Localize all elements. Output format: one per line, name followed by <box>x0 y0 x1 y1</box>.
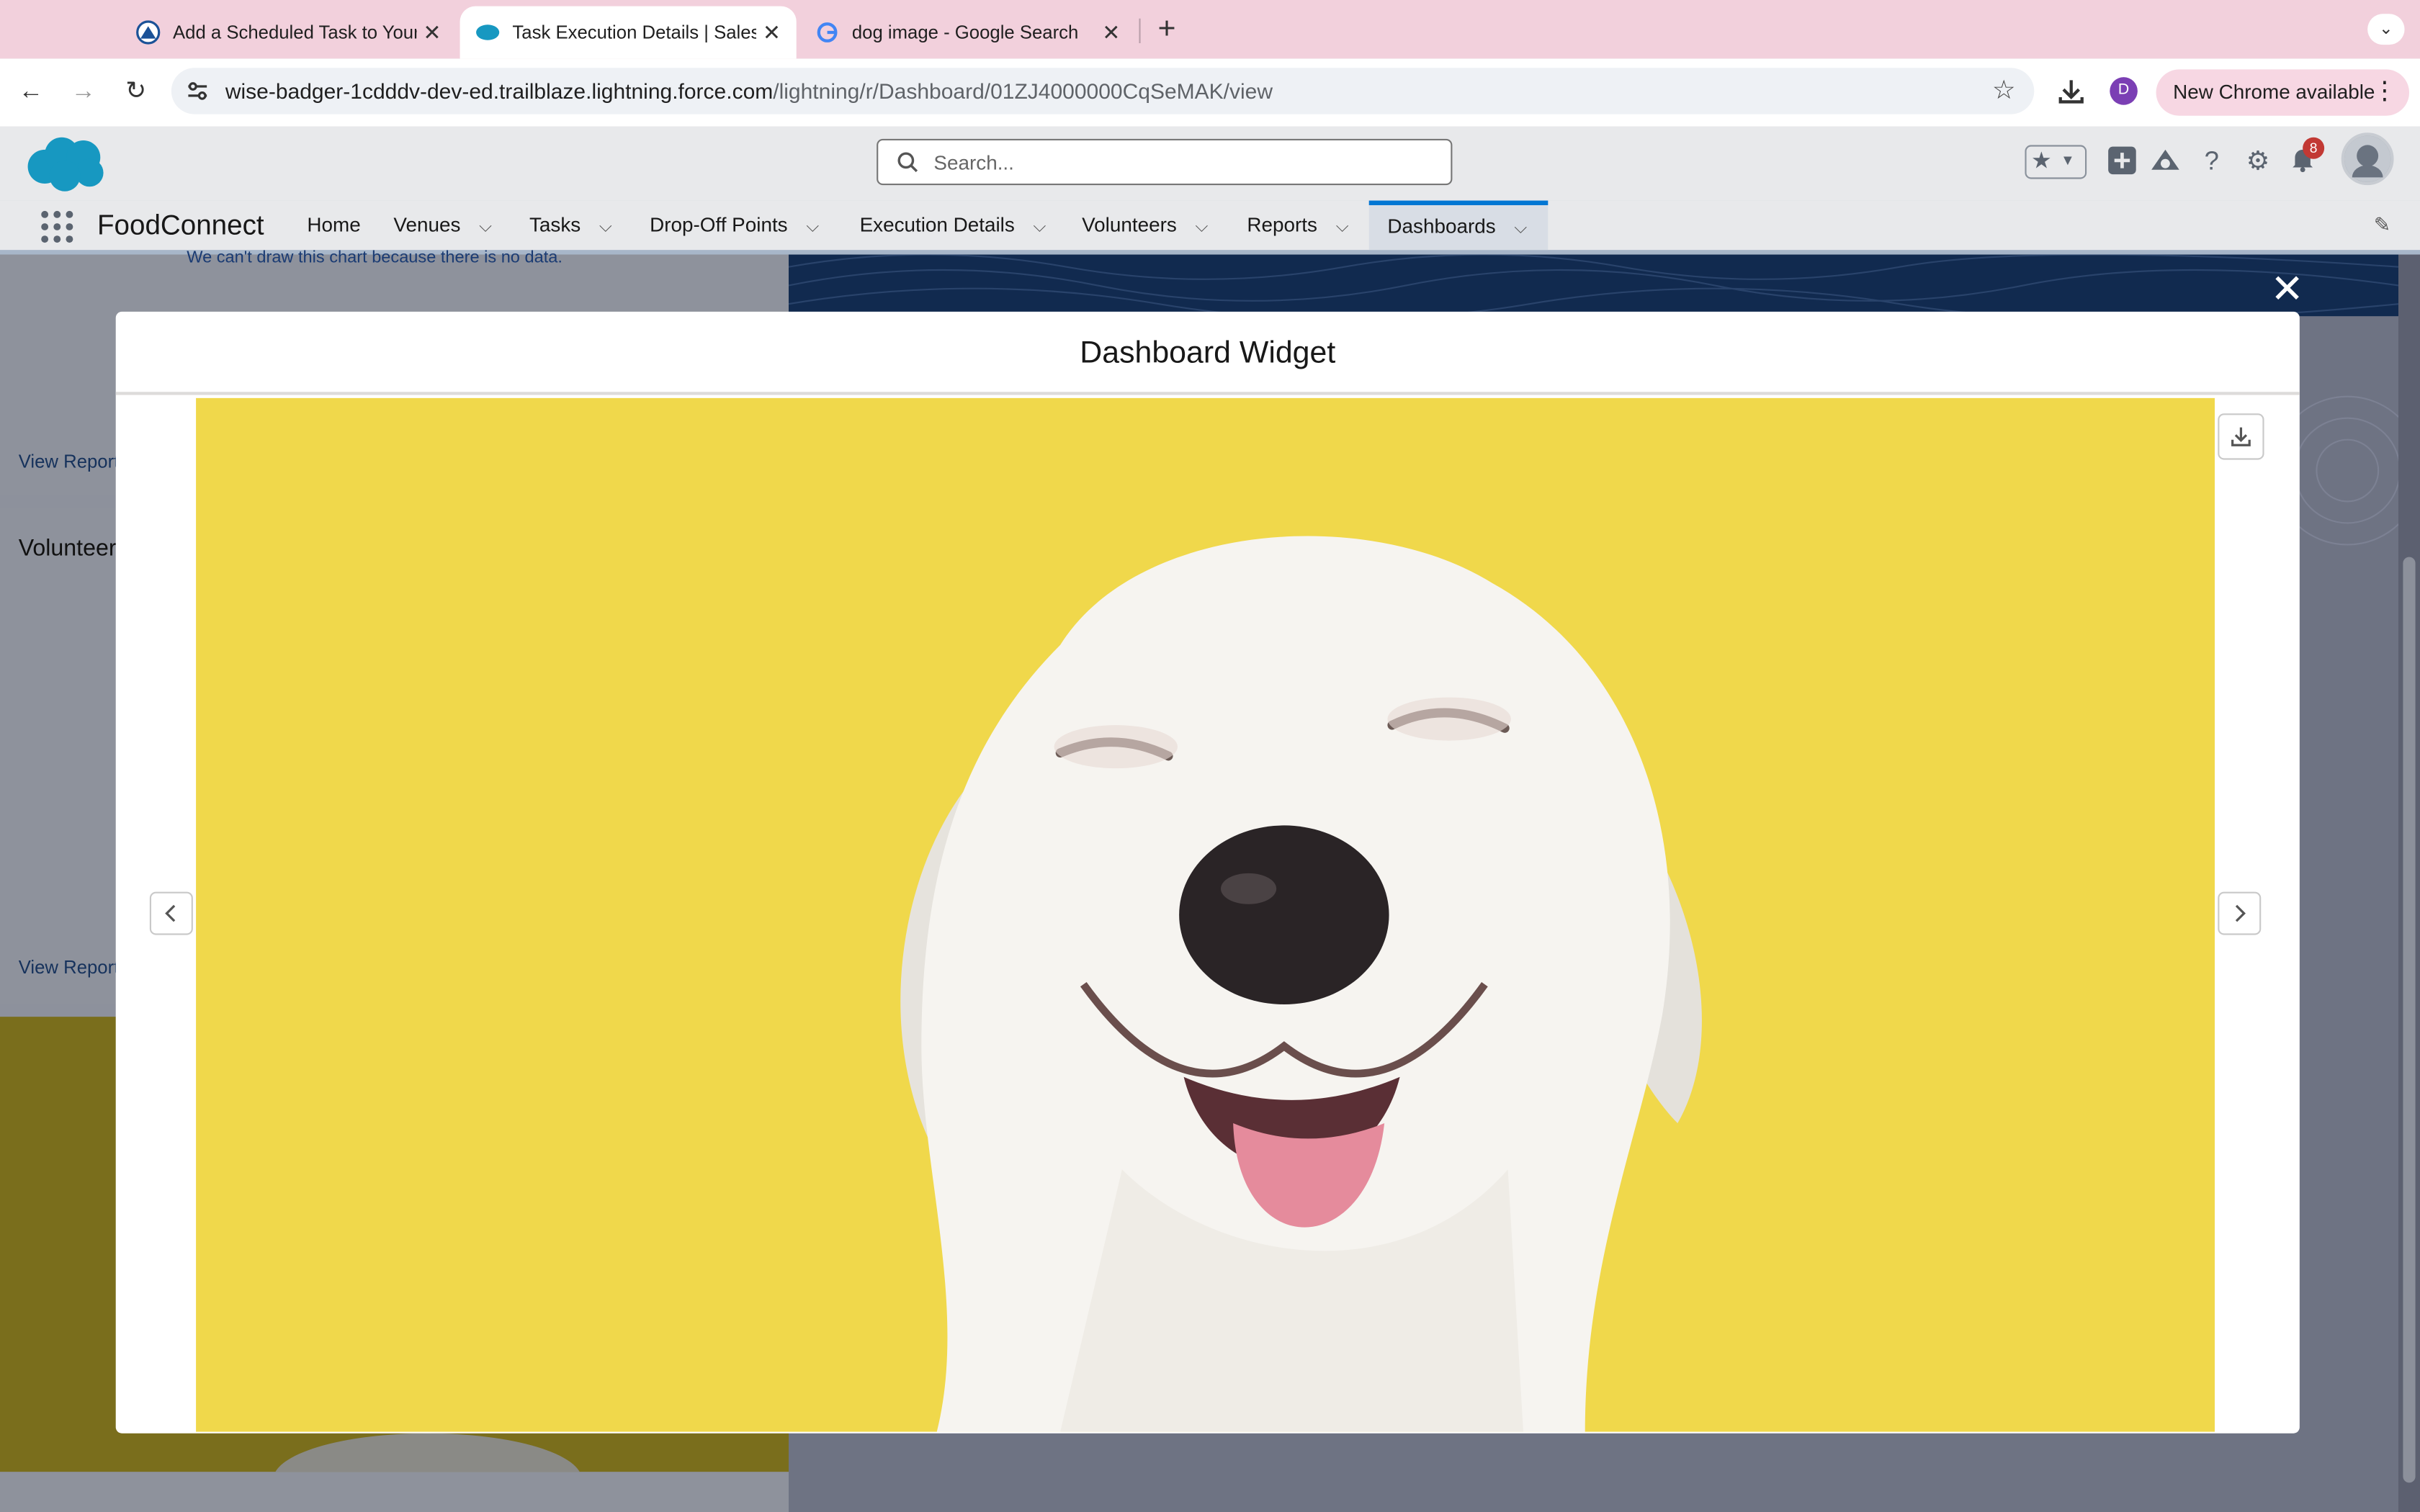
favorites-button[interactable]: ★ ▾ <box>2025 145 2087 179</box>
site-settings-icon[interactable] <box>185 78 210 103</box>
forward-icon[interactable]: → <box>65 74 102 111</box>
dashboard-card <box>0 1472 789 1512</box>
nav-item-drop-off-points[interactable]: Drop-Off Points ⌵ <box>650 201 819 251</box>
tab-search-icon[interactable]: ⌄ <box>2367 14 2405 45</box>
star-icon: ★ <box>2031 148 2052 175</box>
dashboard-widget-modal: Dashboard Widget <box>115 311 2300 1434</box>
tab-title: Add a Scheduled Task to Your <box>173 22 417 43</box>
bookmark-star-icon[interactable]: ☆ <box>1992 76 2016 107</box>
url-text: wise-badger-1cdddv-dev-ed.trailblaze.lig… <box>225 78 1273 103</box>
tab-close-icon[interactable]: ✕ <box>756 19 787 45</box>
tab-title: dog image - Google Search <box>851 22 1079 43</box>
user-avatar[interactable] <box>2341 132 2394 186</box>
reload-icon[interactable]: ↻ <box>117 74 154 111</box>
chevron-down-icon: ▾ <box>2063 151 2072 170</box>
new-tab-icon[interactable]: + <box>1150 12 1183 48</box>
tab-separator <box>1139 18 1141 43</box>
setup-gear-icon[interactable]: ⚙ <box>2241 145 2275 179</box>
view-report-link[interactable]: View Report <box>19 957 120 978</box>
update-label: New Chrome available <box>2173 80 2375 104</box>
help-icon[interactable]: ? <box>2195 145 2228 179</box>
salesforce-global-header: Search... ★ ▾ ? ⚙ 8 <box>0 126 2420 201</box>
chevron-left-icon <box>165 904 176 922</box>
nav-label: Dashboards <box>1387 214 1496 238</box>
modal-header: Dashboard Widget <box>115 312 2300 395</box>
chevron-down-icon[interactable]: ⌵ <box>1336 202 1349 252</box>
dashboard-banner <box>788 253 2399 320</box>
url-path: /lightning/r/Dashboard/01ZJ4000000CqSeMA… <box>773 78 1273 104</box>
downloads-icon[interactable] <box>2056 76 2087 107</box>
profile-avatar[interactable]: D <box>2110 77 2138 105</box>
nav-item-reports[interactable]: Reports ⌵ <box>1247 201 1348 251</box>
view-report-link[interactable]: View Report <box>19 451 120 472</box>
tab-close-icon[interactable]: ✕ <box>1095 19 1126 45</box>
edit-nav-pencil-icon[interactable]: ✎ <box>2374 213 2390 238</box>
nav-label: Tasks <box>529 212 581 236</box>
modal-title: Dashboard Widget <box>1080 336 1336 371</box>
no-data-message: We can't draw this chart because there i… <box>187 248 563 267</box>
browser-toolbar: ← → ↻ wise-badger-1cdddv-dev-ed.trailbla… <box>0 58 2420 128</box>
tab-title: Task Execution Details | Sales <box>512 22 756 43</box>
page-scrollbar[interactable] <box>2398 254 2420 1512</box>
card-title: Volunteer <box>18 535 117 562</box>
search-icon <box>897 151 918 173</box>
close-icon[interactable]: ✕ <box>2269 269 2305 309</box>
trailhead-icon <box>136 20 161 45</box>
notification-badge: 8 <box>2303 137 2325 159</box>
app-launcher-icon[interactable] <box>40 210 74 243</box>
search-placeholder: Search... <box>933 151 1014 175</box>
nav-label: Volunteers <box>1082 212 1177 236</box>
trailhead-guidance-icon[interactable] <box>2148 145 2182 179</box>
chevron-right-icon <box>2235 904 2246 922</box>
nav-label: Reports <box>1247 212 1317 236</box>
nav-item-home[interactable]: Home <box>307 201 360 251</box>
browser-tab-strip: Add a Scheduled Task to Your ✕ Task Exec… <box>0 0 2420 59</box>
widget-image <box>196 397 2215 1432</box>
browser-tab-2[interactable]: Task Execution Details | Sales ✕ <box>460 6 797 59</box>
next-button[interactable] <box>2218 891 2262 935</box>
nav-label: Drop-Off Points <box>650 212 788 236</box>
chrome-update-button[interactable]: New Chrome available ⋮ <box>2156 69 2409 116</box>
browser-tab-3[interactable]: dog image - Google Search ✕ <box>799 6 1136 59</box>
chevron-down-icon[interactable]: ⌵ <box>806 202 819 252</box>
app-navigation-bar: FoodConnect Home Venues ⌵ Tasks ⌵ Drop-Off… <box>0 200 2420 255</box>
back-icon[interactable]: ← <box>12 74 49 111</box>
download-icon <box>2231 427 2251 446</box>
download-button[interactable] <box>2218 413 2264 460</box>
nav-item-volunteers[interactable]: Volunteers ⌵ <box>1082 201 1208 251</box>
nav-item-execution-details[interactable]: Execution Details ⌵ <box>860 201 1047 251</box>
previous-button[interactable] <box>149 891 193 935</box>
nav-item-tasks[interactable]: Tasks ⌵ <box>529 201 612 251</box>
url-host: wise-badger-1cdddv-dev-ed.trailblaze.lig… <box>225 78 774 104</box>
more-menu-icon[interactable]: ⋮ <box>2372 69 2397 115</box>
global-actions-icon[interactable] <box>2105 145 2139 179</box>
nav-item-venues[interactable]: Venues ⌵ <box>393 201 492 251</box>
salesforce-cloud-icon <box>475 20 500 45</box>
nav-label: Venues <box>393 212 461 236</box>
chevron-down-icon[interactable]: ⌵ <box>599 202 612 252</box>
tab-close-icon[interactable]: ✕ <box>417 19 448 45</box>
chevron-down-icon[interactable]: ⌵ <box>1034 202 1047 252</box>
topographic-pattern <box>788 253 2399 320</box>
nav-label: Home <box>307 212 361 236</box>
app-name: FoodConnect <box>97 210 264 241</box>
chevron-down-icon[interactable]: ⌵ <box>1514 207 1527 250</box>
chevron-down-icon[interactable]: ⌵ <box>479 202 492 252</box>
google-icon <box>815 20 839 45</box>
global-search-input[interactable]: Search... <box>877 138 1453 186</box>
salesforce-logo[interactable] <box>22 132 108 194</box>
scrollbar-thumb[interactable] <box>2403 557 2416 1483</box>
chevron-down-icon[interactable]: ⌵ <box>1196 202 1209 252</box>
address-bar[interactable]: wise-badger-1cdddv-dev-ed.trailblaze.lig… <box>171 68 2035 114</box>
browser-tab-1[interactable]: Add a Scheduled Task to Your ✕ <box>120 6 457 59</box>
puppy-image <box>196 397 2215 1432</box>
nav-label: Execution Details <box>859 212 1015 236</box>
nav-item-dashboards[interactable]: Dashboards ⌵ <box>1368 200 1549 251</box>
